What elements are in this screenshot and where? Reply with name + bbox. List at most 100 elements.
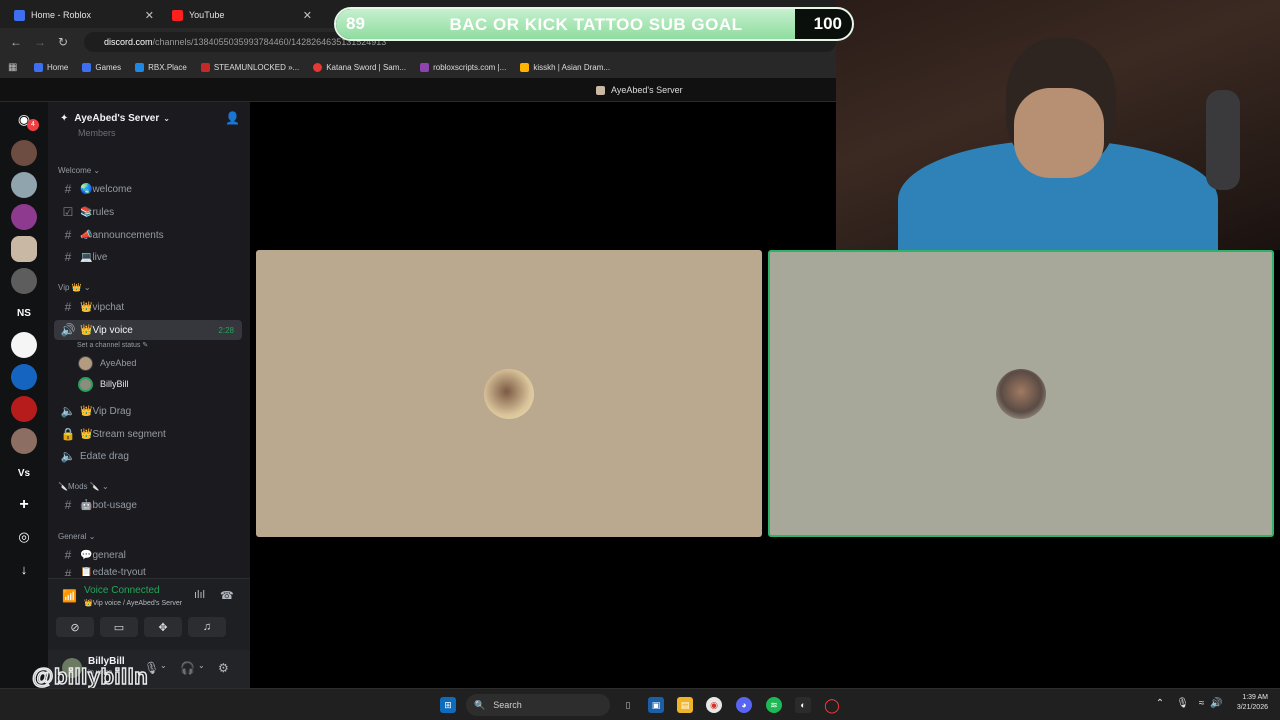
screen-share-button[interactable]: ▭ (100, 617, 138, 637)
channel-rules[interactable]: ☑ 📚rules (54, 202, 242, 222)
add-server-icon[interactable]: + (11, 492, 37, 518)
microphone-icon[interactable]: 🎙 (1176, 698, 1189, 709)
camera-off-button[interactable]: ⊘ (56, 617, 94, 637)
taskbar-search[interactable]: 🔍 Search (466, 694, 610, 716)
server-icon[interactable] (11, 268, 37, 294)
voice-user-ayeabed[interactable]: AyeAbed (78, 354, 136, 372)
server-icon[interactable] (11, 396, 37, 422)
channel-label: 👑Vip voice (80, 324, 133, 336)
server-name: AyeAbed's Server (74, 112, 160, 124)
category-vip[interactable]: Vip 👑 ⌄ (58, 283, 91, 292)
bookmark-steamunlocked[interactable]: STEAMUNLOCKED »... (200, 62, 299, 72)
channel-vip-drag[interactable]: 🔈 👑Vip Drag (54, 401, 242, 421)
channel-label: 👑Vip Drag (80, 405, 132, 417)
taskbar-clock[interactable]: 1:39 AM 3/21/2026 (1237, 693, 1268, 713)
server-badge-icon: ✦ (60, 112, 69, 124)
back-arrow-icon[interactable]: ← (10, 35, 22, 49)
download-icon[interactable]: ↓ (11, 556, 37, 582)
channel-status-prompt[interactable]: Set a channel status ✎ (77, 341, 148, 349)
voice-timer: 2:28 (218, 325, 234, 335)
chevron-up-icon[interactable]: ⌃ (1156, 698, 1164, 709)
chrome-icon[interactable]: ◉ (706, 697, 722, 713)
clock-time: 1:39 AM (1242, 694, 1268, 701)
server-icon[interactable] (11, 332, 37, 358)
forward-arrow-icon[interactable]: → (34, 35, 46, 49)
page-caption: AyeAbed's Server (596, 85, 683, 95)
channel-vipchat[interactable]: # 👑vipchat (54, 297, 242, 317)
server-icon[interactable] (11, 428, 37, 454)
channel-label: 💬general (80, 549, 126, 561)
headphones-icon[interactable]: 🎧 (180, 661, 195, 675)
task-view-icon[interactable]: ▣ (648, 697, 664, 713)
close-icon[interactable]: ✕ (145, 9, 154, 22)
close-icon[interactable]: ✕ (303, 9, 312, 22)
hash-icon: # (64, 498, 72, 512)
windows-start-icon[interactable]: ⊞ (440, 697, 456, 713)
channel-stream-segment[interactable]: 🔒 👑Stream segment (54, 424, 242, 444)
channel-label: 🌏welcome (80, 183, 132, 195)
channel-announcements[interactable]: # 📣announcements (54, 225, 242, 245)
voice-connected-title[interactable]: Voice Connected (84, 585, 160, 596)
participant-tile-billybill[interactable] (768, 250, 1274, 537)
server-ns[interactable]: NS (11, 300, 37, 326)
invite-people-icon[interactable]: 👤 (225, 111, 240, 125)
bookmark-robloxscripts[interactable]: robloxscripts.com |... (420, 62, 506, 72)
voice-user-billybill[interactable]: BillyBill (78, 375, 129, 393)
speaker-icon: 🔈 (60, 404, 76, 418)
activities-button[interactable]: ✥ (144, 617, 182, 637)
file-explorer-icon[interactable]: ▤ (677, 697, 693, 713)
server-icon-active[interactable] (11, 236, 37, 262)
tab-roblox[interactable]: Home - Roblox ✕ (14, 4, 160, 26)
wifi-icon[interactable]: ≈ (1199, 698, 1205, 709)
bookmark-kisskh[interactable]: kisskh | Asian Dram... (520, 62, 610, 72)
reload-icon[interactable]: ↻ (58, 35, 68, 49)
steam-icon (200, 62, 210, 72)
disconnect-icon[interactable]: ☎ (220, 589, 234, 602)
category-mods[interactable]: 🔪Mods 🔪 ⌄ (58, 482, 109, 491)
server-icon[interactable] (11, 204, 37, 230)
katana-icon (313, 62, 323, 72)
noise-suppression-icon[interactable]: ılıl (194, 589, 205, 601)
voice-connected-subtitle[interactable]: 👑Vip voice / AyeAbed's Server (84, 599, 182, 607)
bookmark-rbxplace[interactable]: RBX.Place (135, 62, 187, 72)
chevron-down-icon[interactable]: ⌄ (198, 661, 205, 670)
lock-icon: 🔒 (60, 427, 76, 441)
tab-youtube[interactable]: YouTube ✕ (172, 4, 318, 26)
youtube-icon (172, 9, 183, 21)
channel-edate-drag[interactable]: 🔈 Edate drag (54, 446, 242, 466)
clock-date: 3/21/2026 (1236, 704, 1268, 711)
discord-icon[interactable]: ◕ (736, 697, 752, 713)
channel-label: 🤖bot-usage (80, 499, 137, 511)
channel-live[interactable]: # 💻live (54, 247, 242, 267)
obs-icon[interactable]: ◐ (795, 697, 811, 713)
tab-title: Home - Roblox (31, 10, 92, 20)
server-icon[interactable] (11, 140, 37, 166)
category-label: 🔪Mods 🔪 (58, 482, 100, 491)
gear-icon[interactable]: ⚙ (218, 661, 229, 675)
server-icon[interactable] (11, 364, 37, 390)
bookmark-katana[interactable]: Katana Sword | Sam... (313, 62, 406, 72)
server-vs[interactable]: Vs (11, 460, 37, 486)
channel-clipped[interactable]: # 📋edate-tryout (54, 567, 242, 576)
mouse-icon[interactable]: ▯ (620, 697, 636, 713)
avatar (78, 355, 93, 371)
soundboard-button[interactable]: ♫ (188, 617, 226, 637)
bookmark-games[interactable]: Games (82, 62, 121, 72)
chevron-down-icon[interactable]: ⌄ (160, 661, 167, 670)
discover-compass-icon[interactable]: ◎ (11, 524, 37, 550)
channel-vip-voice[interactable]: 🔊 👑Vip voice 2:28 (54, 320, 242, 340)
avatar (484, 368, 534, 419)
apps-grid-icon[interactable]: ▦ (8, 62, 22, 73)
channel-welcome[interactable]: # 🌏welcome (54, 179, 242, 199)
spotify-icon[interactable]: ≋ (766, 697, 782, 713)
channel-bot-usage[interactable]: # 🤖bot-usage (54, 495, 242, 515)
participant-tile-ayeabed[interactable] (256, 250, 762, 537)
channel-label: 👑Stream segment (80, 428, 166, 440)
volume-icon[interactable]: 🔊 (1210, 698, 1222, 709)
opera-icon[interactable]: ◯ (824, 697, 840, 713)
server-icon[interactable] (11, 172, 37, 198)
channel-general[interactable]: # 💬general (54, 545, 242, 565)
bookmark-home[interactable]: Home (34, 62, 68, 72)
category-general[interactable]: General ⌄ (58, 532, 95, 541)
category-welcome[interactable]: Welcome ⌄ (58, 166, 100, 175)
